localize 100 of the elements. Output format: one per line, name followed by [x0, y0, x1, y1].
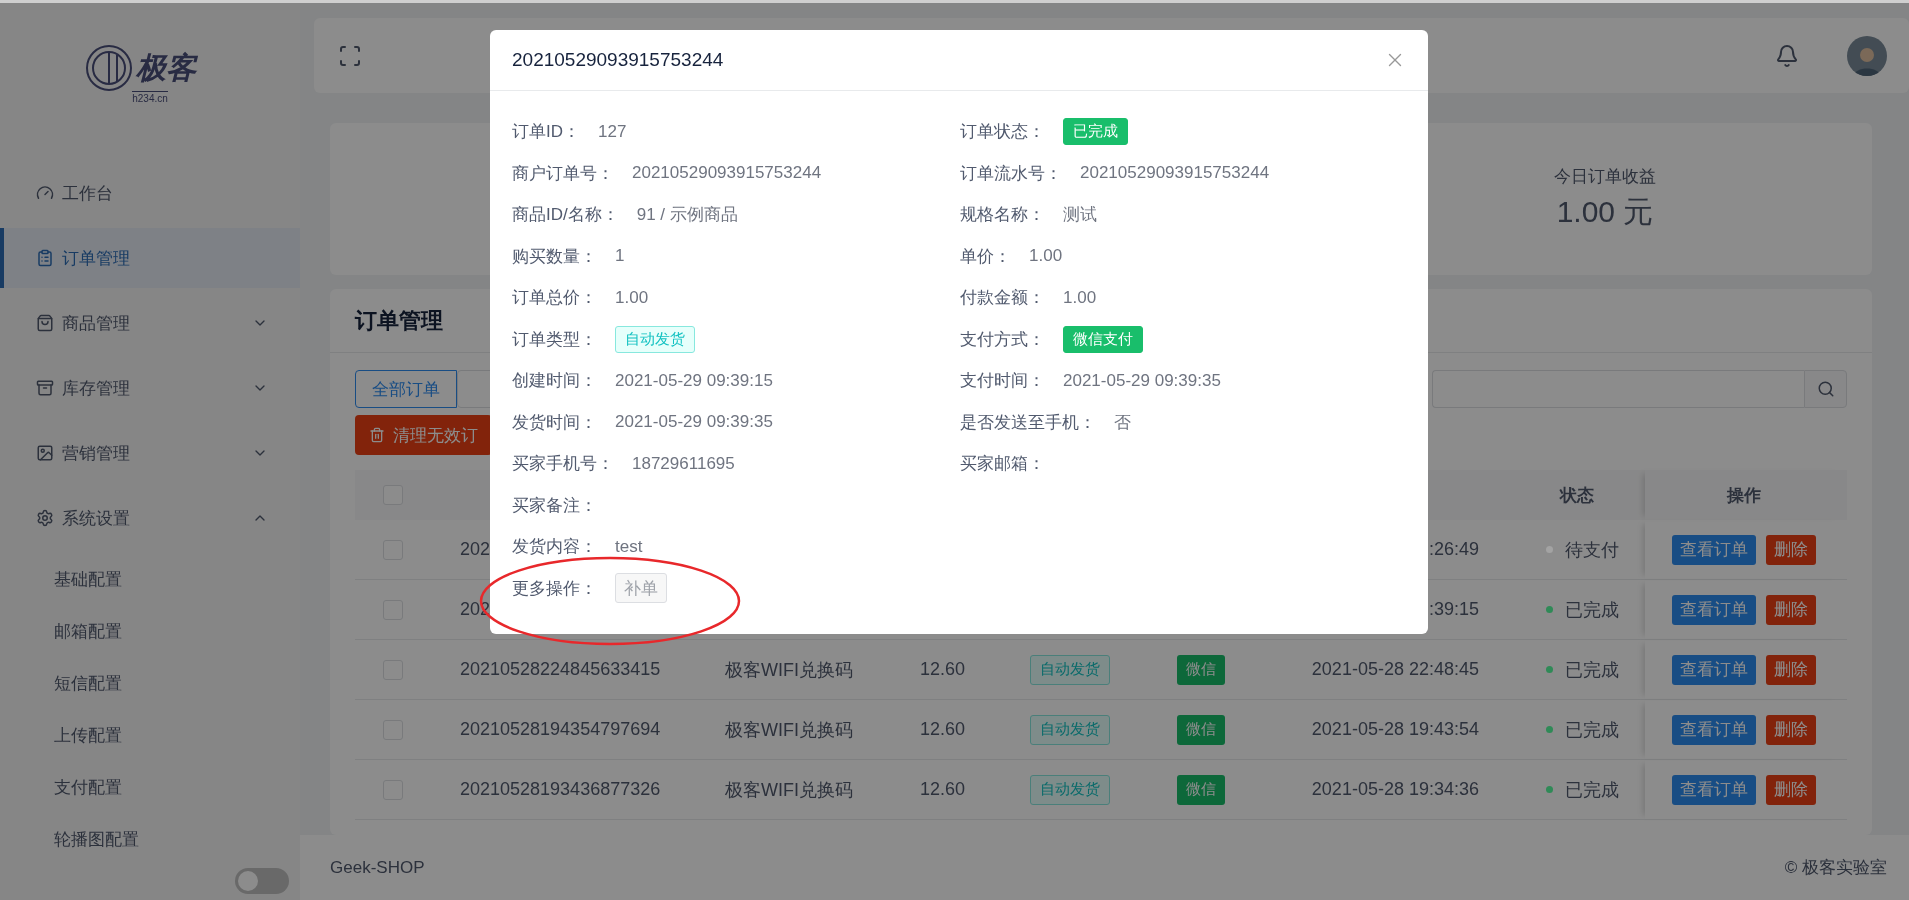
table-cell-text: :39:15	[1427, 599, 1480, 620]
sidebar-item[interactable]: 营销管理	[0, 423, 300, 483]
field-value: 18729611695	[632, 453, 735, 474]
bag-icon	[36, 314, 54, 332]
bell-icon[interactable]	[1775, 43, 1799, 68]
submenu-item[interactable]: 邮箱配置	[0, 605, 300, 657]
table-cell-text: 2021-05-28 19:34:36	[1310, 779, 1480, 800]
view-button[interactable]: 查看订单	[1672, 594, 1756, 625]
submenu-item[interactable]: 短信配置	[0, 657, 300, 709]
field-label: 支付时间：	[960, 370, 1045, 393]
view-button[interactable]: 查看订单	[1672, 774, 1756, 805]
submenu-item[interactable]: 支付配置	[0, 761, 300, 813]
sidebar-item[interactable]: 库存管理	[0, 358, 300, 418]
field-value: 否	[1114, 411, 1131, 434]
delete-button[interactable]: 删除	[1766, 534, 1816, 565]
status-text: 已完成	[1565, 658, 1619, 682]
delete-button[interactable]: 删除	[1766, 714, 1816, 745]
view-button[interactable]: 查看订单	[1672, 654, 1756, 685]
search-icon	[1816, 380, 1835, 398]
table-cell: 极客WIFI兑换码	[725, 659, 853, 680]
gauge-icon	[36, 184, 54, 202]
field-label: 订单状态：	[960, 121, 1045, 144]
copyright-text: © 极客实验室	[1784, 857, 1887, 879]
column-header: 状态	[1558, 484, 1595, 507]
sidebar-item[interactable]: 订单管理	[0, 228, 300, 288]
dialog-title: 20210529093915753244	[512, 49, 725, 71]
sidebar-item[interactable]: 系统设置	[0, 488, 300, 548]
payment-tag: 微信	[1177, 774, 1225, 805]
order-tab[interactable]: 全部订单	[355, 370, 457, 408]
submenu-item[interactable]: 基础配置	[0, 553, 300, 605]
field-value: 1.00	[1029, 246, 1063, 267]
field-label: 发货时间：	[512, 411, 597, 434]
table-cell: 202	[460, 539, 491, 559]
search-button[interactable]	[1804, 370, 1847, 408]
field-label: 规格名称：	[960, 204, 1045, 227]
clean-button[interactable]: 清理无效订	[355, 415, 492, 455]
field-value: 1	[615, 246, 625, 267]
sidebar-item[interactable]: 商品管理	[0, 293, 300, 353]
logo-mark-icon	[84, 43, 134, 93]
table-cell: 12.60	[920, 719, 966, 739]
submenu-item[interactable]: 轮播图配置	[0, 813, 300, 865]
footer-brand: Geek-SHOP	[330, 857, 425, 878]
submenu-item[interactable]: 上传配置	[0, 709, 300, 761]
status-text: 已完成	[1565, 778, 1619, 802]
table-cell: 极客WIFI兑换码	[725, 719, 853, 740]
stat-value: 1.00 元	[1556, 194, 1654, 230]
table-cell: 12.60	[920, 779, 966, 799]
sidebar-item[interactable]: 工作台	[0, 163, 300, 223]
field-label: 订单类型：	[512, 328, 597, 351]
trash-icon	[369, 427, 385, 443]
table-cell: 12.60	[920, 659, 966, 679]
field-label: 单价：	[960, 245, 1011, 268]
gear-icon	[36, 509, 54, 527]
type-tag: 自动发货	[1030, 714, 1110, 745]
stat-title: 今日订单收益	[1554, 166, 1656, 188]
table-cell: 20210528224845633415	[460, 659, 661, 679]
archive-icon	[36, 379, 54, 397]
type-tag: 自动发货	[1030, 774, 1110, 805]
status-text: 已完成	[1565, 718, 1619, 742]
view-button[interactable]: 查看订单	[1672, 714, 1756, 745]
field-value: test	[615, 536, 643, 557]
field-label: 支付方式：	[960, 328, 1045, 351]
delete-button[interactable]: 删除	[1766, 594, 1816, 625]
delete-button[interactable]: 删除	[1766, 774, 1816, 805]
table-cell-text: 2021-05-28 22:48:45	[1310, 659, 1480, 680]
field-label: 订单总价：	[512, 287, 597, 310]
table-cell: 极客WIFI兑换码	[725, 779, 853, 800]
field-label: 订单流水号：	[960, 162, 1062, 185]
field-label: 买家邮箱：	[960, 453, 1045, 476]
field-value: 127	[598, 121, 627, 142]
theme-toggle[interactable]	[235, 868, 289, 894]
image-icon	[36, 444, 54, 462]
view-button[interactable]: 查看订单	[1672, 534, 1756, 565]
table-cell: 20210528194354797694	[460, 719, 661, 739]
field-value: 1.00	[615, 287, 649, 308]
logo-text: 极客	[136, 49, 196, 86]
payment-tag: 微信	[1177, 714, 1225, 745]
delete-button[interactable]: 删除	[1766, 654, 1816, 685]
field-label: 买家手机号：	[512, 453, 614, 476]
field-label: 订单ID：	[512, 121, 580, 144]
field-label: 商户订单号：	[512, 162, 614, 185]
payment-tag: 微信	[1177, 654, 1225, 685]
field-value: 91 / 示例商品	[636, 204, 738, 227]
status-text: 已完成	[1565, 598, 1619, 622]
table-cell-text: :26:49	[1427, 539, 1480, 560]
clipboard-icon	[36, 249, 54, 267]
logo-domain: h234.cn	[132, 91, 168, 104]
field-label: 购买数量：	[512, 245, 597, 268]
status-text: 待支付	[1565, 538, 1619, 562]
field-label: 更多操作：	[512, 577, 597, 600]
fullscreen-icon[interactable]	[338, 43, 362, 68]
field-label: 是否发送至手机：	[960, 411, 1096, 434]
status-badge: 微信支付	[1063, 325, 1143, 353]
field-value: 2021-05-29 09:39:35	[615, 412, 773, 433]
avatar[interactable]	[1847, 35, 1887, 76]
field-value: 20210529093915753244	[1080, 163, 1270, 184]
field-value: 2021-05-29 09:39:35	[1063, 370, 1221, 391]
table-cell: 20210528193436877326	[460, 779, 661, 799]
type-tag: 自动发货	[615, 325, 695, 353]
field-value: 测试	[1063, 204, 1097, 227]
